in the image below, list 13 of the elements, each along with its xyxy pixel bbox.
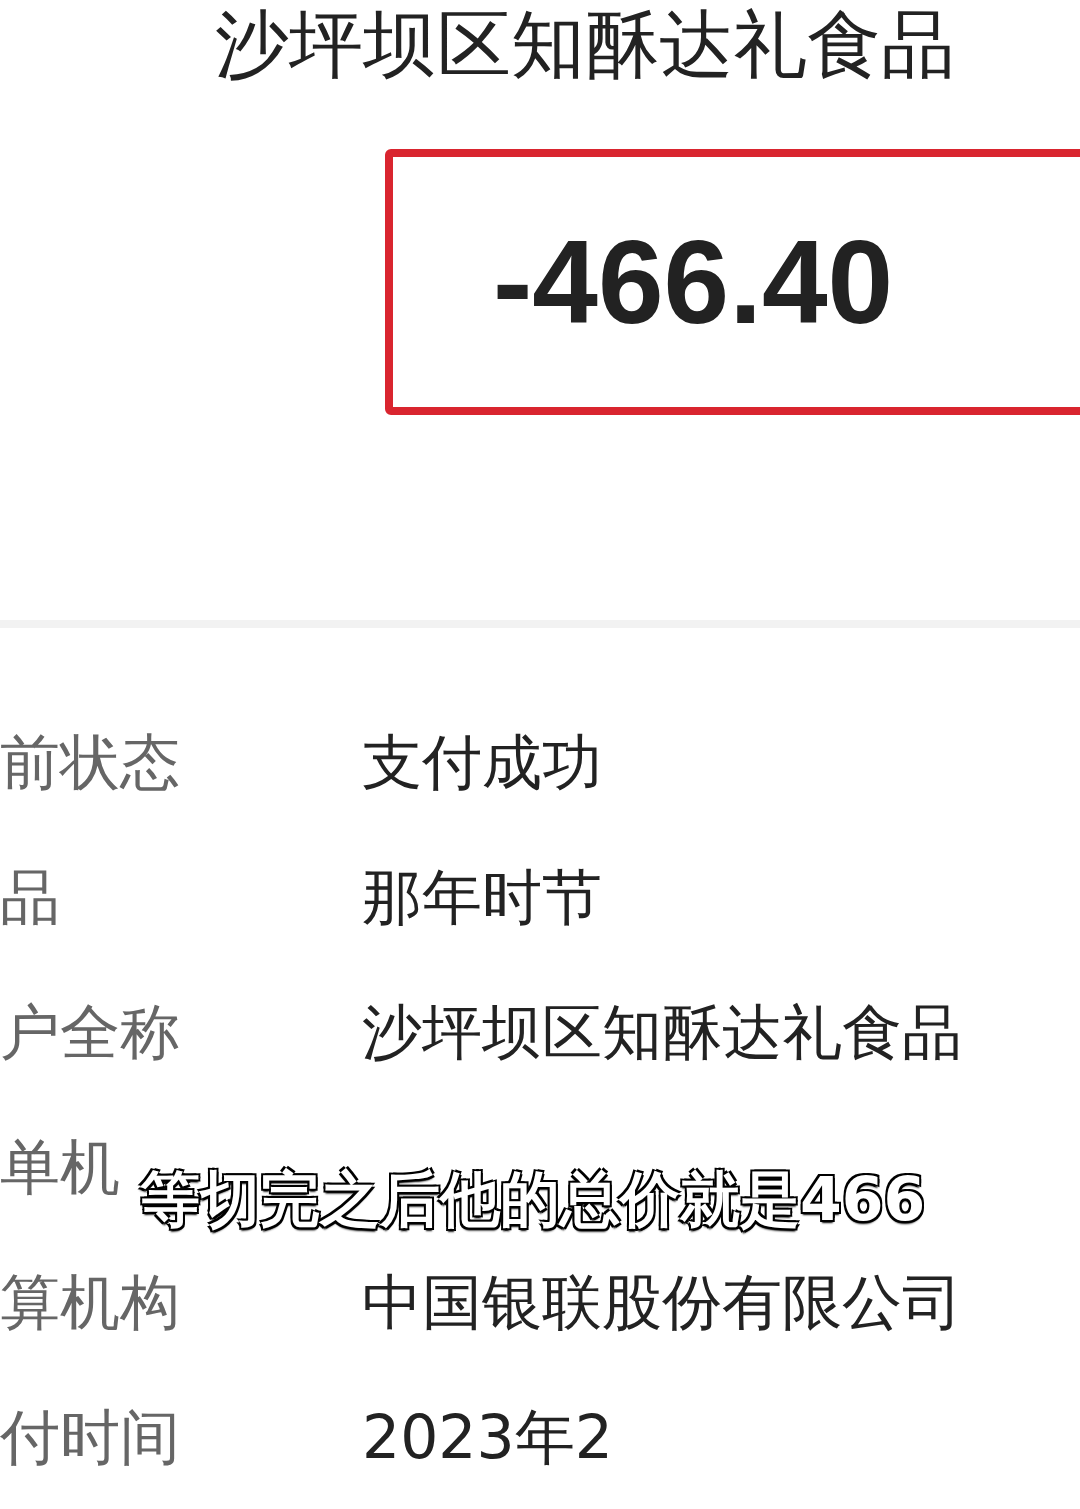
field-value: 沙坪坝区知酥达礼食品 — [362, 996, 962, 1070]
field-label: 前状态 — [0, 726, 180, 800]
field-label: 算机构 — [0, 1266, 180, 1340]
field-label: 品 — [0, 861, 60, 935]
video-subtitle: 等切完之后他的总价就是466 — [140, 1163, 926, 1236]
field-label: 户全称 — [0, 996, 180, 1070]
field-value: 2023年2 — [362, 1401, 613, 1475]
field-value: 中国银联股份有限公司 — [362, 1266, 962, 1340]
amount: -466.40 — [493, 215, 894, 351]
field-label: 单机 — [0, 1131, 120, 1205]
field-value: 支付成功 — [362, 726, 602, 800]
field-value: 那年时节 — [362, 861, 602, 935]
merchant-title: 沙坪坝区知酥达礼食品 — [214, 0, 956, 86]
